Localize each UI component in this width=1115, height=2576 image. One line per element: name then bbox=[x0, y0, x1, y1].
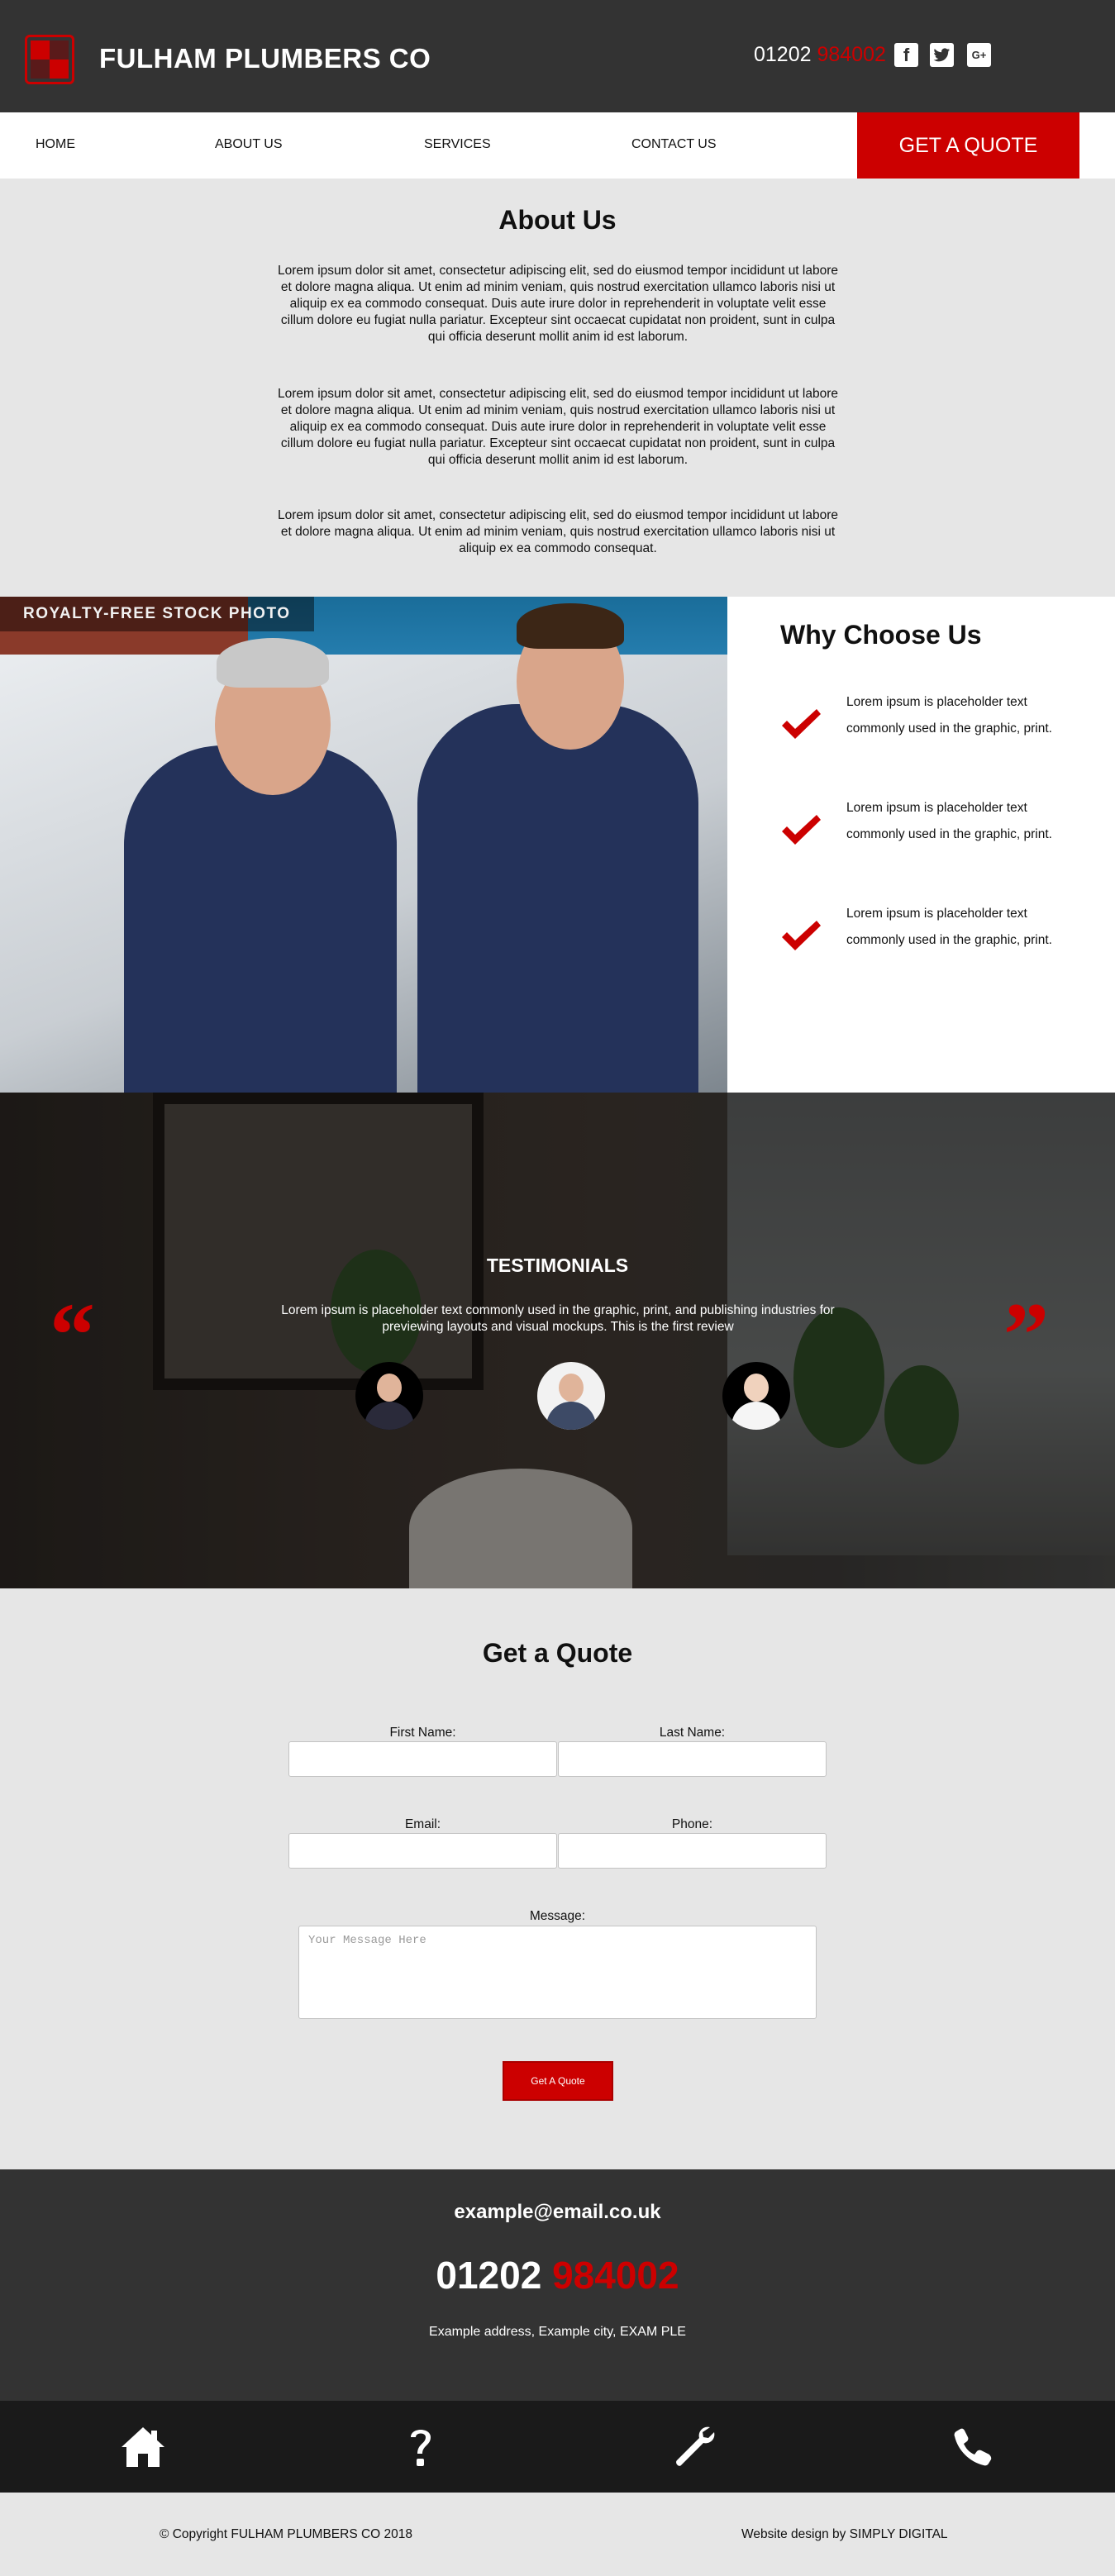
testimonials-title: TESTIMONIALS bbox=[486, 1255, 629, 1276]
google-plus-icon[interactable]: G+ bbox=[967, 43, 991, 67]
first-name-field[interactable] bbox=[288, 1741, 557, 1777]
checkmark-icon bbox=[782, 921, 821, 950]
first-name-label: First Name: bbox=[389, 1726, 456, 1740]
why-item-text: Lorem ipsum is placeholder text commonly… bbox=[846, 801, 1052, 841]
get-a-quote-button[interactable]: GET A QUOTE bbox=[857, 112, 1079, 179]
twitter-icon[interactable] bbox=[930, 43, 954, 67]
header-phone[interactable]: 01202 984002 bbox=[754, 43, 886, 67]
last-name-field[interactable] bbox=[558, 1741, 827, 1777]
copyright-text: © Copyright FULHAM PLUMBERS CO 2018 bbox=[160, 2527, 413, 2541]
about-paragraph-3: Lorem ipsum dolor sit amet, consectetur … bbox=[277, 508, 839, 555]
phone-icon[interactable] bbox=[950, 2422, 999, 2472]
message-label: Message: bbox=[529, 1909, 586, 1923]
contact-phone[interactable]: 01202 984002 bbox=[0, 2253, 1115, 2297]
testimonials-background bbox=[0, 1093, 1115, 1588]
testimonial-text: Lorem ipsum is placeholder text commonly… bbox=[281, 1303, 835, 1334]
reviewer-avatar[interactable] bbox=[722, 1362, 790, 1430]
submit-quote-button[interactable]: Get A Quote bbox=[503, 2061, 613, 2101]
header-phone-suffix: 984002 bbox=[817, 43, 886, 66]
home-icon[interactable] bbox=[118, 2422, 168, 2472]
why-item: Lorem ipsum is placeholder text commonly… bbox=[780, 689, 1111, 739]
designer-credit[interactable]: Website design by SIMPLY DIGITAL bbox=[741, 2527, 948, 2542]
nav-about-us[interactable]: ABOUT US bbox=[215, 137, 283, 152]
why-item-text: Lorem ipsum is placeholder text commonly… bbox=[846, 907, 1052, 947]
checkmark-icon bbox=[782, 709, 821, 739]
reviewer-avatar[interactable] bbox=[537, 1362, 605, 1430]
contact-phone-suffix: 984002 bbox=[552, 2254, 679, 2297]
contact-phone-prefix: 01202 bbox=[436, 2254, 542, 2297]
nav-home[interactable]: HOME bbox=[36, 137, 75, 152]
phone-field[interactable] bbox=[558, 1833, 827, 1869]
about-title: About Us bbox=[498, 205, 617, 235]
quote-form-title: Get a Quote bbox=[482, 1638, 633, 1668]
reviewer-avatar[interactable] bbox=[355, 1362, 423, 1430]
why-item: Lorem ipsum is placeholder text commonly… bbox=[780, 795, 1111, 845]
question-icon[interactable] bbox=[396, 2422, 446, 2472]
open-quote-icon: “ bbox=[50, 1284, 95, 1385]
contact-email[interactable]: example@email.co.uk bbox=[0, 2201, 1115, 2224]
stock-watermark: ROYALTY-FREE STOCK PHOTO bbox=[0, 597, 314, 631]
wrench-icon[interactable] bbox=[670, 2422, 720, 2472]
checkmark-icon bbox=[782, 815, 821, 845]
why-item: Lorem ipsum is placeholder text commonly… bbox=[780, 901, 1111, 950]
phone-label: Phone: bbox=[671, 1817, 713, 1831]
why-item-text: Lorem ipsum is placeholder text commonly… bbox=[846, 695, 1052, 736]
about-paragraph-1: Lorem ipsum dolor sit amet, consectetur … bbox=[277, 264, 839, 344]
email-label: Email: bbox=[404, 1817, 441, 1831]
contact-address: Example address, Example city, EXAM PLE bbox=[429, 2325, 686, 2339]
nav-contact-us[interactable]: CONTACT US bbox=[631, 137, 717, 152]
close-quote-icon: ” bbox=[1003, 1284, 1049, 1385]
site-brand[interactable]: FULHAM PLUMBERS CO bbox=[99, 43, 431, 74]
header-phone-prefix: 01202 bbox=[754, 43, 812, 66]
last-name-label: Last Name: bbox=[659, 1726, 726, 1740]
logo-icon[interactable] bbox=[25, 35, 74, 84]
nav-services[interactable]: SERVICES bbox=[424, 137, 491, 152]
why-choose-us-section: Why Choose Us Lorem ipsum is placeholder… bbox=[727, 597, 1115, 1093]
email-field[interactable] bbox=[288, 1833, 557, 1869]
facebook-icon[interactable]: f bbox=[894, 43, 918, 67]
why-title: Why Choose Us bbox=[780, 620, 982, 650]
message-field[interactable]: Your Message Here bbox=[298, 1926, 817, 2019]
about-paragraph-2: Lorem ipsum dolor sit amet, consectetur … bbox=[277, 387, 839, 467]
plumbers-photo: ROYALTY-FREE STOCK PHOTO bbox=[0, 597, 727, 1093]
